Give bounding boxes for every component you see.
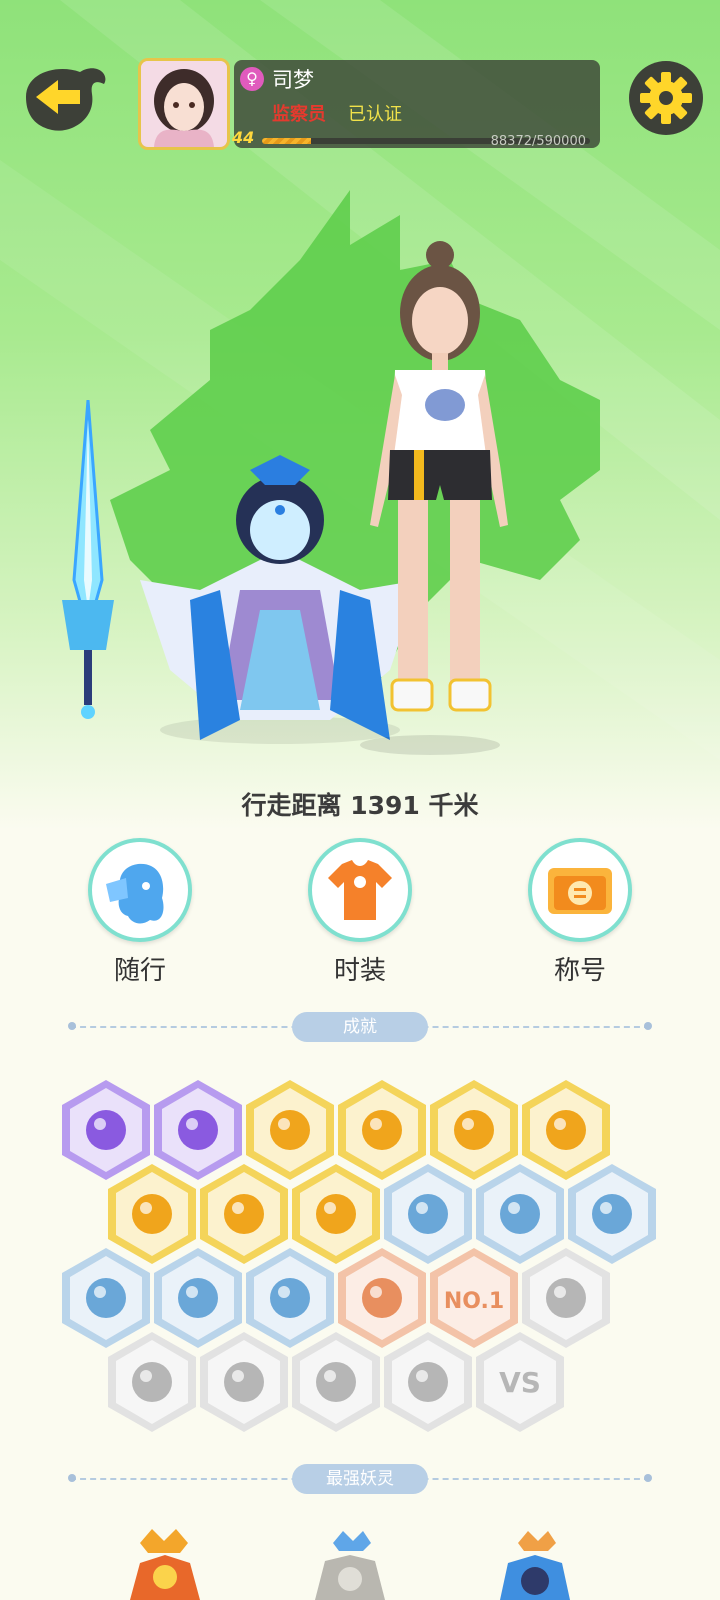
menu-fashion[interactable]: 时装 bbox=[300, 838, 420, 987]
verified-status: 已认证 bbox=[348, 104, 402, 125]
achievement-badge[interactable] bbox=[198, 1330, 290, 1434]
profile-card[interactable]: ♀ 司梦 监察员 已认证 44 88372/590000 bbox=[138, 58, 600, 150]
angry-bag-icon bbox=[316, 1362, 356, 1402]
ghost-companion-icon bbox=[106, 863, 164, 924]
moon-icon bbox=[408, 1194, 448, 1234]
title-button[interactable] bbox=[528, 838, 632, 942]
follow-label: 随行 bbox=[113, 956, 166, 986]
title-card-icon bbox=[548, 868, 612, 914]
achievement-badge[interactable] bbox=[290, 1330, 382, 1434]
fashion-label: 时装 bbox=[333, 956, 386, 986]
player-role: 监察员 bbox=[272, 104, 326, 125]
back-button[interactable] bbox=[18, 60, 110, 134]
strongest-spirit-3[interactable] bbox=[490, 1525, 580, 1600]
crown-icon bbox=[518, 1531, 556, 1551]
purple-devil-icon bbox=[86, 1110, 126, 1150]
player-level: 44 bbox=[232, 128, 255, 147]
menu-follow[interactable]: 随行 bbox=[80, 838, 200, 987]
open-book-icon bbox=[316, 1194, 356, 1234]
cat-list-icon bbox=[408, 1362, 448, 1402]
walk-distance: 行走距离 1391 千米 bbox=[241, 791, 479, 820]
xp-fill bbox=[262, 138, 312, 144]
achievement-badge[interactable] bbox=[382, 1330, 474, 1434]
avatar-portrait-icon bbox=[141, 61, 227, 147]
female-gender-icon: ♀ bbox=[240, 67, 264, 91]
achievements-divider: 成就 bbox=[68, 1012, 652, 1042]
sneaker-icon bbox=[270, 1110, 310, 1150]
player-avatar[interactable] bbox=[340, 235, 510, 755]
player-name: 司梦 bbox=[272, 68, 314, 92]
strongest-heading: 最强妖灵 bbox=[292, 1464, 428, 1494]
svg-text:VS: VS bbox=[499, 1366, 541, 1399]
crossed-swords-icon bbox=[132, 1362, 172, 1402]
tshirt-icon bbox=[328, 860, 392, 920]
portal-icon bbox=[178, 1278, 218, 1318]
xp-text: 88372/590000 bbox=[490, 134, 586, 149]
monster-icon bbox=[270, 1278, 310, 1318]
dancing-fox-icon bbox=[224, 1194, 264, 1234]
twin-pets-icon bbox=[362, 1278, 402, 1318]
vs-icon: VS bbox=[499, 1366, 541, 1399]
stroller-icon bbox=[86, 1278, 126, 1318]
profile-avatar[interactable] bbox=[138, 58, 230, 150]
sword-weapon[interactable] bbox=[58, 400, 118, 730]
settings-button[interactable] bbox=[628, 60, 704, 136]
cat-pair-icon bbox=[224, 1362, 264, 1402]
achievements-heading: 成就 bbox=[292, 1012, 428, 1042]
crown-icon bbox=[333, 1531, 371, 1551]
purple-cat-icon bbox=[178, 1110, 218, 1150]
profile-info: ♀ 司梦 监察员 已认证 44 88372/590000 bbox=[232, 60, 600, 149]
strongest-spirit-1[interactable] bbox=[120, 1525, 210, 1600]
achievement-badge[interactable] bbox=[106, 1330, 198, 1434]
strongest-spirit-2[interactable] bbox=[305, 1525, 395, 1600]
mask-icon bbox=[546, 1278, 586, 1318]
spirit-statue-icon bbox=[592, 1194, 632, 1234]
svg-text:NO.1: NO.1 bbox=[444, 1289, 504, 1314]
menu-title[interactable]: 称号 bbox=[520, 838, 640, 987]
follow-button[interactable] bbox=[88, 838, 192, 942]
sun-orb-icon bbox=[362, 1110, 402, 1150]
achievement-badge[interactable]: VS bbox=[474, 1330, 566, 1434]
yinyang-comet-icon bbox=[546, 1110, 586, 1150]
fashion-button[interactable] bbox=[308, 838, 412, 942]
gold-orb-icon bbox=[454, 1110, 494, 1150]
no1-icon: NO.1 bbox=[444, 1289, 504, 1314]
strongest-divider: 最强妖灵 bbox=[68, 1464, 652, 1494]
yinyang-card-icon bbox=[132, 1194, 172, 1234]
title-label: 称号 bbox=[553, 956, 606, 986]
crown-icon bbox=[140, 1529, 188, 1553]
crystal-icon bbox=[500, 1194, 540, 1234]
